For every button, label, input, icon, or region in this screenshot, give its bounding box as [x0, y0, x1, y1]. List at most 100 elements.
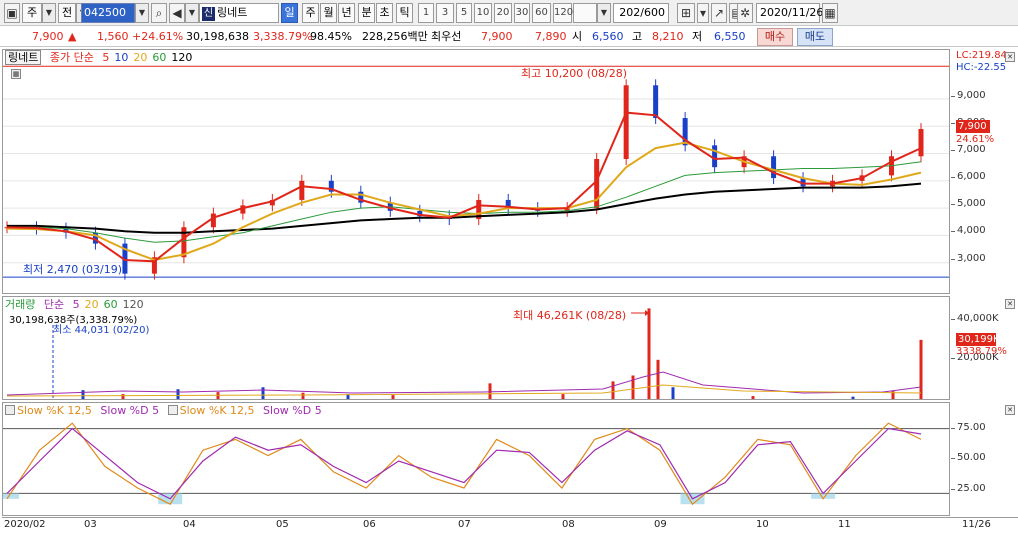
gear-icon[interactable]: ✲ — [737, 3, 753, 23]
interval-button-4[interactable]: 20 — [494, 3, 512, 23]
search-icon[interactable]: ⌕ — [151, 3, 167, 23]
volume-bar — [611, 381, 615, 399]
new-badge: 신 — [202, 7, 215, 21]
price-panel-close-icon[interactable]: ✕ — [1005, 52, 1015, 62]
window-icon[interactable]: ▣ — [4, 3, 20, 23]
stoch-legend-d2: Slow %D 5 — [263, 404, 322, 417]
prev-select[interactable]: 전 — [58, 3, 76, 23]
last-volume-box: 30,199K — [956, 333, 1000, 346]
ma-legend-item-3: 60 — [152, 51, 167, 64]
price-chart-panel[interactable]: 링네트 종가 단순 5 10 20 60 120 ▦ 최고 10,200 (08/28)… — [2, 49, 950, 294]
interval-button-3[interactable]: 10 — [474, 3, 492, 23]
interval-button-5[interactable]: 30 — [514, 3, 530, 23]
data-count-total: /600 — [640, 6, 665, 19]
volume-bar — [488, 383, 492, 399]
candle-body — [653, 85, 659, 119]
volume-ma20-line — [6, 384, 922, 397]
num-blank[interactable] — [573, 3, 597, 23]
period-tab-0[interactable]: 일 — [281, 3, 298, 23]
stock-name-field[interactable]: 신 링네트 — [199, 3, 279, 23]
stoch-box-icon-2[interactable] — [167, 405, 178, 415]
last-volume-pct: 3338.79% — [956, 346, 1007, 357]
candle-body — [299, 180, 305, 200]
trade-amount: 228,256백만 — [362, 30, 428, 43]
num-dropdown-icon[interactable]: ▼ — [597, 3, 611, 23]
low-annotation: 최저 2,470 (03/19) — [23, 263, 123, 276]
price-axis: LC:219.84 HC:-22.55 9,0008,0007,0006,000… — [951, 49, 1017, 294]
tool-dropdown-icon[interactable]: ▾ — [697, 3, 709, 23]
stochastic-panel[interactable]: Slow %K 12,5 Slow %D 5 Slow %K 12,5 Slow… — [2, 402, 950, 516]
period-tab-3[interactable]: 년 — [338, 3, 355, 23]
price-legend: 링네트 종가 단순 5 10 20 60 120 — [5, 50, 202, 65]
stoch-box-icon-1[interactable] — [5, 405, 15, 415]
price-change: 1,560 — [97, 30, 129, 43]
interval-button-7[interactable]: 120 — [553, 3, 573, 23]
calendar-icon[interactable]: ▦ — [822, 3, 838, 23]
volume-panel-close-icon[interactable]: ✕ — [1005, 299, 1015, 309]
candle-body — [918, 128, 924, 157]
volume-chart-panel[interactable]: 거래량 단순 5 20 60 120 30,198,638주(3,338.79%) 최… — [2, 296, 950, 400]
stock-code-input[interactable]: 042500 — [81, 3, 135, 23]
stoch-panel-close-icon[interactable]: ✕ — [1005, 405, 1015, 415]
interval-button-6[interactable]: 60 — [532, 3, 551, 23]
high-annotation: 최고 10,200 (08/28) — [521, 67, 628, 80]
interval-button-2[interactable]: 5 — [456, 3, 472, 23]
current-price: 7,900 — [32, 30, 64, 43]
volume-bar — [851, 396, 855, 399]
stoch-legend-d1: Slow %D 5 — [100, 404, 160, 417]
line-tool-icon[interactable]: ↗ — [711, 3, 727, 23]
speaker-icon[interactable]: ◀ — [169, 3, 185, 23]
indicator-icon[interactable]: ⊞ — [677, 3, 695, 23]
price-chart-svg — [3, 65, 949, 280]
volume-bar — [391, 395, 395, 399]
volume-chart-svg — [6, 308, 923, 399]
low-price: 6,550 — [714, 30, 746, 43]
interval-button-0[interactable]: 1 — [418, 3, 434, 23]
lc-value: LC:219.84 — [956, 50, 1007, 61]
market-select[interactable]: 주 — [22, 3, 42, 23]
vol-ma-legend-item-1: 20 — [84, 298, 99, 311]
open-label: 시 — [572, 30, 583, 43]
period-tab-2[interactable]: 월 — [320, 3, 337, 23]
ma-legend-item-4: 120 — [171, 51, 193, 64]
period-tab-4[interactable]: 분 — [358, 3, 375, 23]
date-tick-9: 11 — [838, 519, 851, 530]
sell-button[interactable]: 매도 — [797, 28, 833, 46]
stochastic-axis: 75.00 50.00 25.00 — [951, 402, 1017, 516]
date-field[interactable]: 2020/11/26 — [756, 3, 823, 23]
stochastic-chart-svg — [3, 422, 949, 506]
volume-legend-title: 거래량 — [5, 298, 36, 311]
period-tab-5[interactable]: 초 — [376, 3, 393, 23]
interval-button-1[interactable]: 3 — [436, 3, 454, 23]
min-volume-annotation: 최소 44,031 (02/20) — [53, 325, 150, 336]
stoch-tick-0: 75.00 — [951, 422, 986, 433]
stoch-legend-k1: Slow %K 12,5 — [17, 404, 92, 417]
buy-button[interactable]: 매수 — [757, 28, 793, 46]
speaker-dropdown-icon[interactable]: ▼ — [185, 3, 199, 23]
last-price-pct: 24.61% — [956, 134, 995, 145]
stock-name: 링네트 — [217, 6, 248, 19]
volume-bar — [751, 396, 755, 399]
stoch-tick-2: 25.00 — [951, 483, 986, 494]
chart-toolbar: ▣ 주 ▼ 전 ▼ 042500 ▼ ⌕ ◀ ▼ 신링네트 일주월년분초틱 13… — [0, 0, 1018, 26]
period-tab-1[interactable]: 주 — [302, 3, 319, 23]
data-count: 202 — [619, 6, 641, 19]
price-legend-stock[interactable]: 링네트 — [5, 50, 42, 65]
candle-body — [712, 145, 718, 168]
date-axis: 2020/02 03 04 05 06 07 08 09 10 11 11/26 — [2, 517, 1018, 535]
stoch-legend-k2: Slow %K 12,5 — [179, 404, 255, 417]
data-count-field[interactable]: 202/600 — [613, 3, 669, 23]
ask-price: 7,900 — [481, 30, 513, 43]
volume-bar — [919, 339, 923, 399]
price-panel-grid-icon[interactable]: ▦ — [11, 69, 21, 79]
code-dropdown-icon[interactable]: ▼ — [135, 3, 149, 23]
high-price: 8,210 — [652, 30, 684, 43]
market-dropdown-icon[interactable]: ▼ — [42, 3, 56, 23]
moving-average-ma20 — [6, 141, 922, 262]
period-tab-6[interactable]: 틱 — [396, 3, 413, 23]
volume-bar — [121, 394, 125, 399]
date-tick-5: 07 — [458, 519, 471, 530]
hc-value: HC:-22.55 — [956, 62, 1007, 73]
date-tick-7: 09 — [654, 519, 667, 530]
ma-legend-item-1: 10 — [114, 51, 129, 64]
